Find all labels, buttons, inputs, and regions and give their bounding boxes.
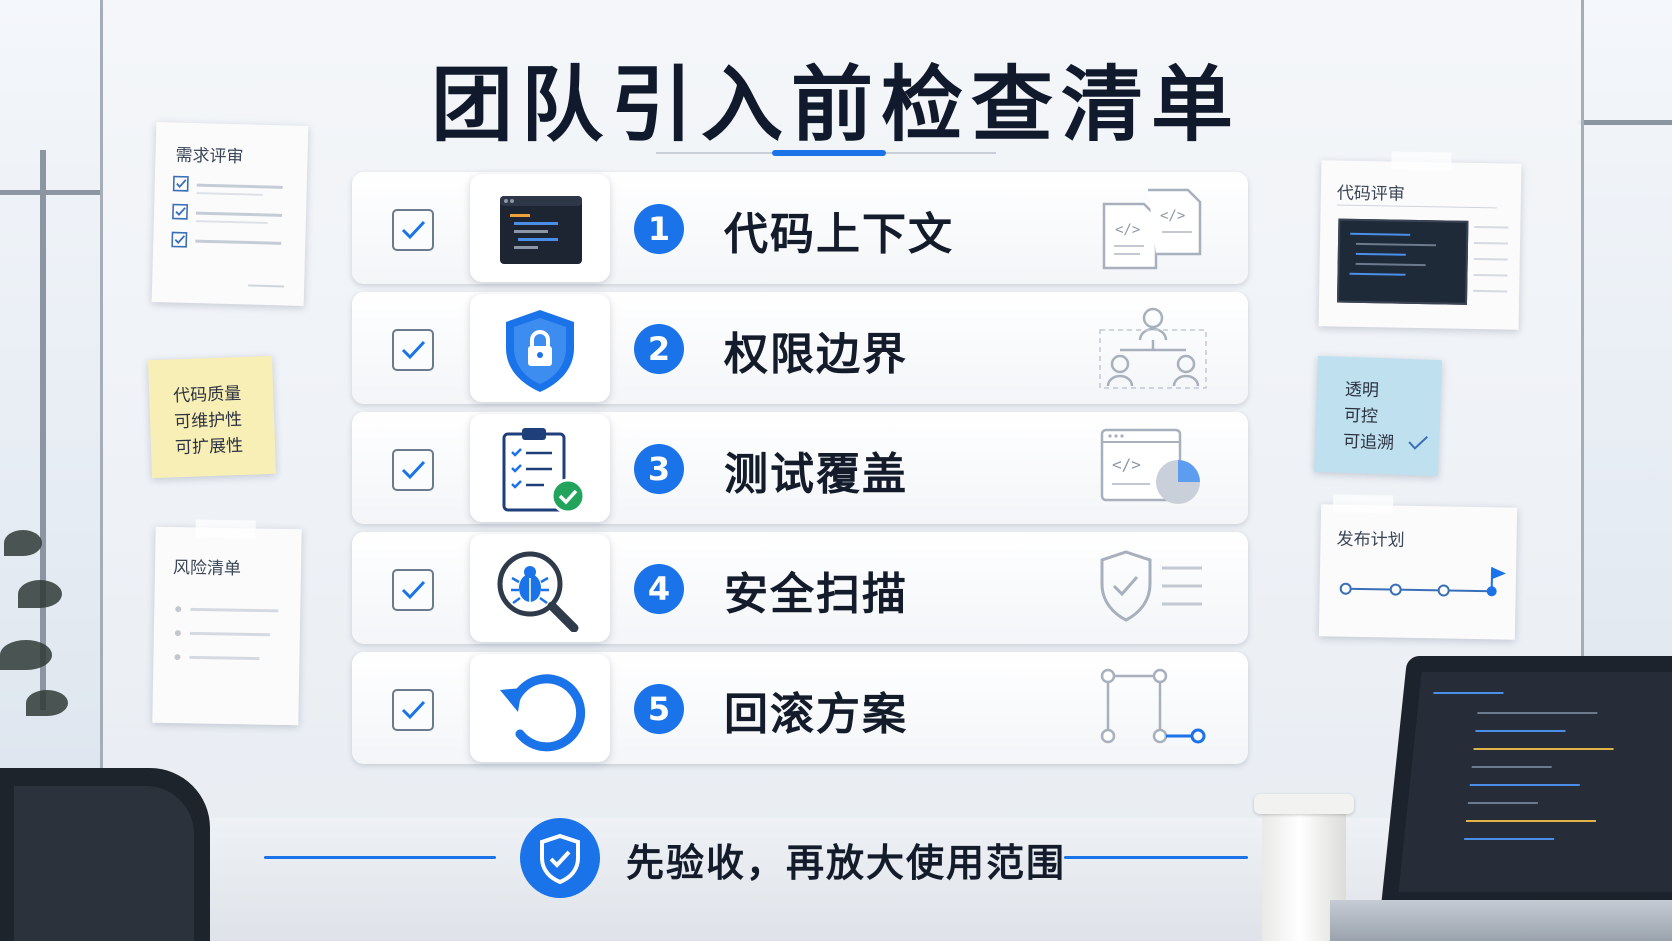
laptop-base bbox=[1330, 900, 1672, 941]
footer-shield-badge bbox=[520, 818, 600, 898]
sticky-note-principles: 透明 可控 可追溯 bbox=[1314, 355, 1442, 477]
checklist-lines-icon bbox=[171, 175, 283, 248]
checklist-row-4: 4 安全扫描 bbox=[352, 532, 1248, 644]
checklist-row-5: 5 回滚方案 bbox=[352, 652, 1248, 764]
note-title: 代码评审 bbox=[1336, 183, 1406, 205]
note-title: 风险清单 bbox=[172, 558, 242, 580]
sticky-note-code-quality: 代码质量 可维护性 可扩展性 bbox=[147, 355, 277, 479]
bug-magnifier-icon bbox=[497, 551, 579, 632]
row-label: 安全扫描 bbox=[724, 569, 908, 620]
checklist-row-2: 2 权限边界 bbox=[352, 292, 1248, 404]
bullet-lines-icon bbox=[174, 606, 279, 661]
row-number-badge: 5 bbox=[634, 684, 684, 734]
shield-list-icon bbox=[1100, 550, 1202, 622]
sticky-line: 透明 bbox=[1344, 379, 1380, 402]
sticky-line: 可控 bbox=[1343, 405, 1379, 427]
shield-lock-icon bbox=[506, 310, 574, 392]
row-label: 测试覆盖 bbox=[724, 449, 908, 500]
row-checkbox[interactable] bbox=[392, 689, 434, 731]
sticky-line: 代码质量 bbox=[172, 383, 242, 407]
tape bbox=[1333, 494, 1394, 514]
banner-line-right bbox=[1064, 856, 1248, 859]
rollback-arrow-icon bbox=[500, 674, 586, 752]
plant-leaf bbox=[18, 580, 62, 608]
row-icon-tile bbox=[470, 294, 610, 402]
note-code-review: 代码评审 bbox=[1318, 151, 1522, 330]
tape bbox=[1391, 151, 1452, 171]
svg-text:</>: </> bbox=[1115, 222, 1140, 238]
row-icon-tile bbox=[470, 174, 610, 282]
note-risk-list: 风险清单 bbox=[152, 519, 302, 726]
sticky-line: 可追溯 bbox=[1342, 431, 1395, 454]
row-icon-tile bbox=[470, 654, 610, 762]
window-mullion bbox=[40, 150, 46, 710]
note-release-plan: 发布计划 bbox=[1318, 494, 1518, 640]
row-checkbox[interactable] bbox=[392, 449, 434, 491]
row-checkbox[interactable] bbox=[392, 329, 434, 371]
office-chair bbox=[0, 768, 210, 941]
title-accent-bar bbox=[772, 150, 886, 156]
row-label: 权限边界 bbox=[724, 329, 908, 380]
checkmark-icon bbox=[1408, 436, 1428, 450]
checkmark-icon bbox=[401, 220, 426, 240]
row-label: 代码上下文 bbox=[724, 209, 954, 260]
note-title: 发布计划 bbox=[1336, 529, 1405, 551]
row-icon-tile bbox=[470, 534, 610, 642]
code-files-icon: </> </> bbox=[1102, 188, 1202, 270]
footer-slogan: 先验收，再放大使用范围 bbox=[626, 841, 1067, 885]
tape bbox=[195, 519, 256, 539]
laptop bbox=[1380, 656, 1672, 916]
note-footer-line bbox=[248, 284, 285, 288]
plant-leaf bbox=[0, 640, 52, 670]
svg-text:</>: </> bbox=[1160, 208, 1185, 224]
checkmark-icon bbox=[401, 460, 426, 480]
banner-line-left bbox=[264, 856, 496, 859]
row-number-badge: 3 bbox=[634, 444, 684, 494]
coffee-cup-lid bbox=[1254, 794, 1354, 814]
timeline-flag-icon bbox=[1339, 567, 1506, 597]
checkmark-icon bbox=[401, 580, 426, 600]
svg-text:</>: </> bbox=[1112, 455, 1141, 474]
row-number-badge: 4 bbox=[634, 564, 684, 614]
note-title: 需求评审 bbox=[175, 145, 244, 168]
row-checkbox[interactable] bbox=[392, 569, 434, 611]
sticky-line: 可维护性 bbox=[173, 409, 243, 433]
row-checkbox[interactable] bbox=[392, 209, 434, 251]
laptop-screen bbox=[1398, 672, 1672, 892]
code-coverage-chart-icon: </> bbox=[1100, 428, 1200, 504]
checklist-row-3: 3 测试覆盖 </> bbox=[352, 412, 1248, 524]
row-icon-tile bbox=[470, 414, 610, 522]
row-number-badge: 2 bbox=[634, 324, 684, 374]
org-chart-icon bbox=[1099, 307, 1207, 389]
note-requirements-review: 需求评审 bbox=[151, 122, 309, 306]
text-lines-icon bbox=[1473, 225, 1509, 293]
shield-check-icon bbox=[540, 833, 580, 885]
note-header-line bbox=[1336, 204, 1497, 209]
flow-path-icon bbox=[1100, 668, 1206, 744]
row-number-badge: 1 bbox=[634, 204, 684, 254]
plant-leaf bbox=[4, 530, 42, 556]
clipboard-check-icon bbox=[502, 428, 586, 512]
window-transom bbox=[0, 190, 100, 195]
checkmark-icon bbox=[401, 700, 426, 720]
sticky-line: 可扩展性 bbox=[174, 435, 244, 459]
checklist-row-1: 1 代码上下文 </> </> bbox=[352, 172, 1248, 284]
checkmark-icon bbox=[401, 340, 426, 360]
code-screenshot bbox=[1336, 218, 1469, 305]
code-editor-icon bbox=[500, 196, 582, 264]
plant-leaf bbox=[26, 690, 68, 716]
row-label: 回滚方案 bbox=[724, 689, 908, 740]
office-scene: 团队引入前检查清单 需求评审 代码质量 可维护性 可扩展性 风险清单 代码评审 … bbox=[0, 0, 1672, 941]
